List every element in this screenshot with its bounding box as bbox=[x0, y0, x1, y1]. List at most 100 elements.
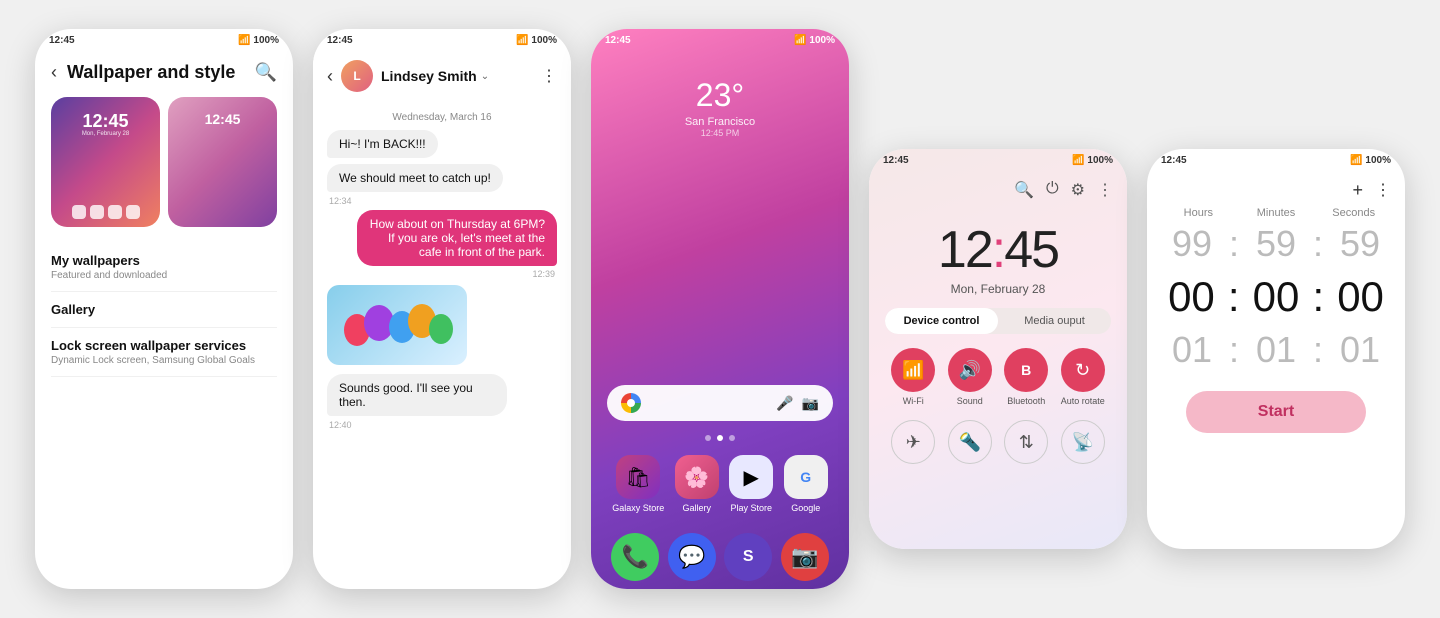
wallpaper-thumb-right[interactable]: 12:45 bbox=[168, 97, 277, 227]
message-header: ‹ L Lindsey Smith ⌄ ⋮ bbox=[313, 52, 571, 100]
back-button-2[interactable]: ‹ bbox=[327, 66, 333, 87]
wallpaper-preview: 12:45 Mon, February 28 12:45 bbox=[35, 89, 293, 235]
dot-1 bbox=[705, 435, 711, 441]
wp-time-right: 12:45 bbox=[168, 111, 277, 127]
auto-rotate-control[interactable]: ↻ Auto rotate bbox=[1061, 348, 1105, 406]
time-1: 12:45 bbox=[49, 35, 75, 46]
app-label-play-store: Play Store bbox=[730, 503, 772, 513]
google-icon: G bbox=[784, 455, 828, 499]
bluetooth-control[interactable]: B Bluetooth bbox=[1004, 348, 1048, 406]
app-play-store[interactable]: ▶ Play Store bbox=[729, 455, 773, 513]
battery-2: 100% bbox=[531, 35, 557, 46]
sound-label: Sound bbox=[957, 396, 983, 406]
tab-media-output[interactable]: Media ouput bbox=[998, 308, 1111, 334]
battery-5: 100% bbox=[1365, 155, 1391, 166]
sound-circle: 🔊 bbox=[948, 348, 992, 392]
wallpaper-title: Wallpaper and style bbox=[67, 62, 245, 83]
settings-icon-lock[interactable]: ⚙ bbox=[1071, 180, 1085, 200]
app-galaxy-store[interactable]: 🛍 Galaxy Store bbox=[612, 455, 664, 513]
flashlight-control[interactable]: 🔦 bbox=[948, 420, 992, 464]
message-row-3: How about on Thursday at 6PM? If you are… bbox=[313, 207, 571, 279]
wp-icons-left bbox=[51, 205, 160, 219]
airplane-control[interactable]: ✈ bbox=[891, 420, 935, 464]
wifi-icon-2: 📶 bbox=[516, 35, 528, 46]
msg-time-4: 12:40 bbox=[329, 420, 555, 430]
quick-controls-row1: 📶 Wi-Fi 🔊 Sound B Bluetooth ↻ Auto rotat… bbox=[869, 334, 1127, 412]
camera-app-icon[interactable]: 📷 bbox=[781, 533, 829, 581]
wp-time-left: 12:45 bbox=[51, 111, 160, 132]
messages-app-icon[interactable]: 💬 bbox=[668, 533, 716, 581]
timer-bot-hours: 01 bbox=[1155, 329, 1229, 371]
google-g-logo bbox=[621, 393, 641, 413]
lock-top-controls: 🔍 ⏻ ⚙ ⋮ bbox=[869, 172, 1127, 200]
start-button[interactable]: Start bbox=[1186, 391, 1366, 433]
balloon-svg bbox=[337, 295, 457, 365]
timer-mid-colon-1: : bbox=[1228, 273, 1240, 321]
app-gallery[interactable]: 🌸 Gallery bbox=[675, 455, 719, 513]
timer-header: + ⋮ bbox=[1147, 172, 1405, 201]
add-timer-icon[interactable]: + bbox=[1352, 180, 1363, 201]
power-icon-lock[interactable]: ⏻ bbox=[1046, 180, 1059, 200]
back-button-1[interactable]: ‹ bbox=[51, 62, 57, 83]
more-icon-lock[interactable]: ⋮ bbox=[1097, 180, 1113, 200]
col-seconds: Seconds bbox=[1318, 207, 1389, 219]
wifi-control[interactable]: 📶 Wi-Fi bbox=[891, 348, 935, 406]
dot-3 bbox=[729, 435, 735, 441]
timer-more-icon[interactable]: ⋮ bbox=[1375, 180, 1391, 201]
wp-app-icon-2 bbox=[90, 205, 104, 219]
phone-messaging: 12:45 📶 100% ‹ L Lindsey Smith ⌄ ⋮ Wedne… bbox=[313, 29, 571, 589]
bubble-left-4: Sounds good. I'll see you then. bbox=[327, 374, 507, 416]
phone-lock: 12:45 📶 100% 🔍 ⏻ ⚙ ⋮ 12:45 Mon, February… bbox=[869, 149, 1127, 549]
message-body: Wednesday, March 16 Hi~! I'm BACK!!! We … bbox=[313, 100, 571, 431]
wp-date-left: Mon, February 28 bbox=[51, 131, 160, 137]
lock-colon: : bbox=[992, 221, 1004, 279]
timer-bot-colon-1: : bbox=[1229, 329, 1239, 371]
menu-sub-lock-screen: Dynamic Lock screen, Samsung Global Goal… bbox=[51, 355, 277, 366]
contact-name-row: Lindsey Smith ⌄ bbox=[381, 68, 533, 84]
menu-item-gallery[interactable]: Gallery bbox=[51, 292, 277, 328]
timer-top-seconds: 59 bbox=[1323, 223, 1397, 265]
search-button-1[interactable]: 🔍 bbox=[255, 62, 277, 83]
message-row-4: Sounds good. I'll see you then. 12:40 bbox=[313, 371, 571, 430]
wp-app-icon-3 bbox=[108, 205, 122, 219]
phone-app-icon[interactable]: 📞 bbox=[611, 533, 659, 581]
status-icons-4: 📶 100% bbox=[1072, 155, 1113, 166]
timer-bot-minutes: 01 bbox=[1239, 329, 1313, 371]
wallpaper-thumb-left[interactable]: 12:45 Mon, February 28 bbox=[51, 97, 160, 227]
rss-control[interactable]: 📡 bbox=[1061, 420, 1105, 464]
timer-row-bot: 01 : 01 : 01 bbox=[1147, 325, 1405, 375]
phone-wallpaper: 12:45 📶 100% ‹ Wallpaper and style 🔍 12:… bbox=[35, 29, 293, 589]
weather-location: San Francisco bbox=[591, 116, 849, 128]
tab-device-control[interactable]: Device control bbox=[885, 308, 998, 334]
wallpaper-header: ‹ Wallpaper and style 🔍 bbox=[35, 52, 293, 89]
timer-row-top: 99 : 59 : 59 bbox=[1147, 219, 1405, 269]
phone-timer: 12:45 📶 100% + ⋮ Hours Minutes Seconds 9… bbox=[1147, 149, 1405, 549]
status-icons-5: 📶 100% bbox=[1350, 155, 1391, 166]
bubble-right-3: How about on Thursday at 6PM? If you are… bbox=[357, 210, 557, 266]
timer-mid-minutes: 00 bbox=[1240, 273, 1313, 321]
galaxy-store-icon: 🛍 bbox=[616, 455, 660, 499]
sound-control[interactable]: 🔊 Sound bbox=[948, 348, 992, 406]
timer-row-mid: 00 : 00 : 00 bbox=[1147, 269, 1405, 325]
home-background: 12:45 📶 100% 23° San Francisco 12:45 PM … bbox=[591, 29, 849, 589]
lock-time-display: 12:45 bbox=[869, 200, 1127, 280]
google-g-inner bbox=[627, 399, 635, 407]
wifi-icon-4: 📶 bbox=[1072, 155, 1084, 166]
lock-date: Mon, February 28 bbox=[869, 282, 1127, 296]
mic-icon[interactable]: 🎤 bbox=[776, 395, 793, 412]
search-bar[interactable]: 🎤 📷 bbox=[607, 385, 833, 421]
sync-control[interactable]: ⇅ bbox=[1004, 420, 1048, 464]
more-options-button[interactable]: ⋮ bbox=[541, 66, 557, 86]
menu-item-my-wallpapers[interactable]: My wallpapers Featured and downloaded bbox=[51, 243, 277, 292]
weather-widget: 23° San Francisco 12:45 PM bbox=[591, 77, 849, 138]
menu-item-lock-screen[interactable]: Lock screen wallpaper services Dynamic L… bbox=[51, 328, 277, 377]
samsung-app-icon[interactable]: S bbox=[724, 533, 772, 581]
menu-sub-my-wallpapers: Featured and downloaded bbox=[51, 270, 277, 281]
wp-app-icon-1 bbox=[72, 205, 86, 219]
app-google[interactable]: G Google bbox=[784, 455, 828, 513]
camera-search-icon[interactable]: 📷 bbox=[802, 395, 819, 412]
search-icon-lock[interactable]: 🔍 bbox=[1014, 180, 1034, 200]
bubble-left-2: We should meet to catch up! bbox=[327, 164, 503, 192]
menu-title-gallery: Gallery bbox=[51, 302, 277, 317]
msg-image-wrap bbox=[313, 285, 571, 365]
